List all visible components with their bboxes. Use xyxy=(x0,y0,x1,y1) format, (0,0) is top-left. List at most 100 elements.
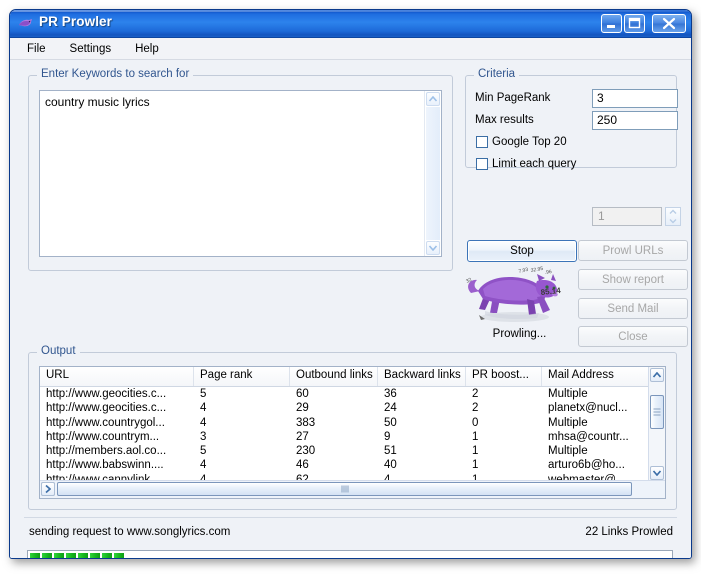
limit-spinner-down-icon[interactable] xyxy=(666,217,680,225)
criteria-group-title: Criteria xyxy=(474,68,520,80)
table-cell: 46 xyxy=(296,459,309,472)
maximize-button[interactable] xyxy=(624,14,645,33)
table-cell: 2 xyxy=(472,402,479,415)
progress-segment xyxy=(78,553,88,558)
google-top20-label: Google Top 20 xyxy=(492,136,567,148)
limit-each-query-checkbox[interactable]: Limit each query xyxy=(476,158,576,170)
status-message: sending request to www.songlyrics.com xyxy=(29,526,231,538)
keywords-scroll-down-icon[interactable] xyxy=(426,241,440,255)
output-group-title: Output xyxy=(37,345,80,357)
table-cell: 1 xyxy=(472,445,479,458)
table-cell: 4 xyxy=(200,402,207,415)
limit-spinner-up-icon[interactable] xyxy=(666,208,680,216)
prowling-caption: Prowling... xyxy=(492,328,547,340)
table-cell: 29 xyxy=(296,402,309,415)
min-pagerank-label: Min PageRank xyxy=(475,92,551,104)
criteria-group: Criteria Min PageRank 3 Max results 250 … xyxy=(465,68,678,170)
results-table[interactable]: URL Page rank Outbound links Backward links… xyxy=(39,366,666,499)
max-results-input[interactable]: 250 xyxy=(592,111,678,130)
table-column-header[interactable]: Page rank xyxy=(194,367,290,386)
progress-bar xyxy=(27,550,673,558)
table-cell: Multiple xyxy=(548,445,588,458)
max-results-label: Max results xyxy=(475,114,534,126)
limit-spinner[interactable] xyxy=(665,207,681,226)
table-cell: http://www.countrygol... xyxy=(46,416,165,429)
menu-item-help[interactable]: Help xyxy=(132,42,162,56)
progress-segment xyxy=(54,553,64,558)
table-column-header[interactable]: Backward links xyxy=(378,367,466,386)
table-cell: 24 xyxy=(384,402,397,415)
table-cell: 40 xyxy=(384,459,397,472)
panther-icon xyxy=(19,19,32,27)
table-cell: 3 xyxy=(200,430,207,443)
svg-text:32.95: 32.95 xyxy=(530,266,544,274)
table-cell: 383 xyxy=(296,416,316,429)
keywords-value: country music lyrics xyxy=(45,95,150,109)
limit-value-text: 1 xyxy=(598,209,605,223)
progress-segment xyxy=(30,553,40,558)
close-button[interactable] xyxy=(652,14,686,33)
table-scroll-down-icon[interactable] xyxy=(650,466,664,480)
table-cell: http://www.geocities.c... xyxy=(46,402,167,415)
table-column-header[interactable]: Mail Address xyxy=(542,367,651,386)
table-column-header[interactable]: Outbound links xyxy=(290,367,378,386)
table-row[interactable]: http://www.geocities.c... 5 60 36 2 Multiple xyxy=(40,387,665,401)
purple-panther-image: 7.93 32.95 .96 32 85.14 xyxy=(463,263,563,325)
progress-segment xyxy=(66,553,76,558)
table-cell: 36 xyxy=(384,388,397,400)
limit-each-query-label: Limit each query xyxy=(492,158,577,170)
google-top20-checkbox-box[interactable] xyxy=(476,136,488,148)
table-cell: 2 xyxy=(472,388,479,400)
table-row[interactable]: http://members.aol.co... 5 230 51 1 Multiple xyxy=(40,444,665,458)
minimize-button[interactable] xyxy=(601,14,622,33)
table-row[interactable]: http://www.countrym... 3 27 9 1 mhsa@countr..… xyxy=(40,430,665,444)
app-window: PR Prowler File Settings Help Enter Keyw… xyxy=(9,9,692,559)
limit-each-query-checkbox-box[interactable] xyxy=(476,158,488,170)
stop-button[interactable]: Stop xyxy=(467,240,577,262)
keywords-group-title: Enter Keywords to search for xyxy=(37,68,194,80)
table-cell: 51 xyxy=(384,445,397,458)
table-cell: 4 xyxy=(200,459,207,472)
table-column-header[interactable]: PR boost... xyxy=(466,367,542,386)
progress-segment xyxy=(114,553,124,558)
keywords-group: Enter Keywords to search for country mus… xyxy=(28,68,453,271)
table-cell: 50 xyxy=(384,416,397,429)
close-app-button[interactable]: Close xyxy=(578,326,688,347)
table-vertical-scrollbar[interactable] xyxy=(648,367,665,481)
keywords-input[interactable]: country music lyrics xyxy=(39,90,442,257)
table-row[interactable]: http://www.geocities.c... 4 29 24 2 planetx@n… xyxy=(40,401,665,415)
table-cell: 9 xyxy=(384,430,391,443)
menu-item-file[interactable]: File xyxy=(24,42,49,56)
table-scroll-up-icon[interactable] xyxy=(650,368,664,382)
svg-text:85.14: 85.14 xyxy=(540,286,561,297)
keywords-scroll-up-icon[interactable] xyxy=(426,92,440,106)
min-pagerank-input[interactable]: 3 xyxy=(592,89,678,108)
titlebar-highlight xyxy=(10,10,691,12)
progress-segment xyxy=(102,553,112,558)
table-cell: mhsa@countr... xyxy=(548,430,629,443)
menu-item-settings[interactable]: Settings xyxy=(67,42,115,56)
google-top20-checkbox[interactable]: Google Top 20 xyxy=(476,136,567,148)
keywords-scrollbar[interactable] xyxy=(424,91,441,256)
table-cell: http://www.countrym... xyxy=(46,430,160,443)
svg-text:7.93: 7.93 xyxy=(518,267,529,275)
progress-bar-fill xyxy=(30,553,670,558)
show-report-button[interactable]: Show report xyxy=(578,269,688,290)
table-cell: http://members.aol.co... xyxy=(46,445,167,458)
table-horizontal-scrollbar[interactable] xyxy=(40,480,665,498)
table-cell: Multiple xyxy=(548,388,588,400)
table-row[interactable]: http://www.countrygol... 4 383 50 0 Multiple xyxy=(40,416,665,430)
table-vertical-scroll-thumb[interactable] xyxy=(650,395,664,429)
svg-text:.96: .96 xyxy=(544,269,552,276)
table-scroll-right-icon[interactable] xyxy=(41,482,55,496)
send-mail-button[interactable]: Send Mail xyxy=(578,298,688,319)
limit-value-input[interactable]: 1 xyxy=(592,207,662,226)
keywords-scroll-track[interactable] xyxy=(426,107,440,240)
table-cell: 60 xyxy=(296,388,309,400)
table-cell: 5 xyxy=(200,388,207,400)
table-row[interactable]: http://www.babswinn.... 4 46 40 1 arturo6b@ho… xyxy=(40,458,665,472)
table-horizontal-scroll-thumb[interactable] xyxy=(57,482,632,496)
table-cell: 5 xyxy=(200,445,207,458)
prowl-urls-button[interactable]: Prowl URLs xyxy=(578,240,688,261)
table-column-header[interactable]: URL xyxy=(40,367,194,386)
